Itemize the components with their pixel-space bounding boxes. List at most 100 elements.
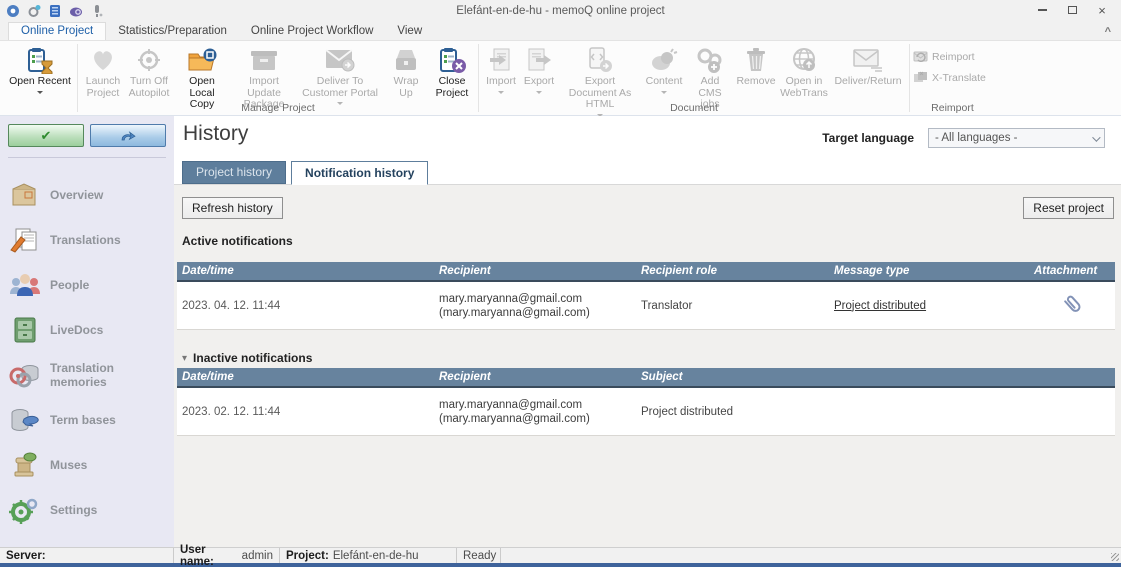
import-icon (488, 45, 514, 75)
cell-recipient: mary.maryanna@gmail.com (mary.maryanna@g… (434, 394, 636, 430)
muses-icon (8, 450, 42, 480)
x-translate-label: X-Translate (932, 72, 986, 84)
user-name-label: User name: (180, 544, 238, 568)
export-dropdown-caret (536, 91, 542, 94)
reimport-label: Reimport (932, 51, 975, 63)
tab-project-history[interactable]: Project history (182, 161, 286, 184)
deliver-to-customer-portal-button[interactable]: Deliver To Customer Portal (297, 44, 383, 106)
maximize-button[interactable] (1057, 0, 1087, 20)
column-header-recipient: Recipient (434, 371, 636, 383)
sidebar-item-muses[interactable]: Muses (8, 442, 174, 487)
target-language-value: - All languages - (935, 132, 1017, 144)
target-language-select[interactable]: - All languages - (928, 128, 1105, 148)
active-notifications-table: Date/time Recipient Recipient role Messa… (177, 262, 1115, 330)
open-recent-dropdown-caret (37, 91, 43, 94)
close-project-button[interactable]: Close Project (429, 44, 475, 100)
recipient-email: mary.maryanna@gmail.com (439, 398, 631, 412)
ribbon-tab-online-project[interactable]: Online Project (8, 22, 106, 40)
ribbon-tab-statistics-preparation[interactable]: Statistics/Preparation (106, 23, 239, 40)
ribbon-group-open-recent: Open Recent (4, 41, 76, 115)
recipient-email-alt: (mary.maryanna@gmail.com) (439, 306, 631, 320)
status-server: Server: (0, 548, 174, 563)
cell-recipient: mary.maryanna@gmail.com (mary.maryanna@g… (434, 288, 636, 324)
inactive-notifications-title: Inactive notifications (193, 351, 312, 365)
minimize-icon (1038, 9, 1047, 11)
status-user: User name: admin (174, 548, 280, 563)
status-ready: Ready (457, 548, 501, 563)
translation-memories-icon (8, 360, 42, 390)
sync-button[interactable] (90, 124, 166, 147)
ribbon-tab-view[interactable]: View (385, 23, 434, 40)
export-icon (526, 45, 552, 75)
refresh-history-button[interactable]: Refresh history (182, 197, 283, 219)
confirm-button[interactable]: ✔ (8, 124, 84, 147)
reset-project-button[interactable]: Reset project (1023, 197, 1114, 219)
memoq-logo-icon[interactable] (6, 4, 20, 18)
sidebar-item-translations[interactable]: Translations (8, 217, 174, 262)
sidebar-item-settings[interactable]: Settings (8, 487, 174, 532)
active-notifications-title: Active notifications (182, 234, 293, 248)
maximize-icon (1068, 6, 1077, 14)
sidebar-item-people[interactable]: People (8, 262, 174, 307)
export-button[interactable]: Export (520, 44, 558, 95)
import-dropdown-caret (498, 91, 504, 94)
column-header-recipient-role: Recipient role (636, 265, 829, 277)
message-type-link[interactable]: Project distributed (834, 300, 926, 312)
sidebar-item-cutoff[interactable] (8, 532, 174, 547)
gear-dot-icon[interactable] (27, 4, 41, 18)
table-row: 2023. 02. 12. 11:44 mary.maryanna@gmail.… (177, 388, 1115, 436)
deliver-return-button[interactable]: Deliver/Return (830, 44, 906, 89)
tab-notification-history[interactable]: Notification history (291, 161, 428, 185)
dictation-mic-icon[interactable] (90, 4, 104, 18)
turn-off-autopilot-icon (135, 45, 163, 75)
sidebar-item-translation-memories[interactable]: Translation memories (8, 352, 174, 397)
paperclip-icon[interactable] (1062, 295, 1082, 317)
minimize-button[interactable] (1027, 0, 1057, 20)
column-header-datetime: Date/time (177, 371, 434, 383)
content-button[interactable]: Content (642, 44, 686, 95)
open-recent-button[interactable]: Open Recent (6, 44, 74, 95)
group-label-manage-project: Manage Project (79, 102, 477, 114)
launch-project-button[interactable]: Launch Project (81, 44, 125, 100)
term-bases-icon (8, 405, 42, 435)
resize-grip[interactable] (1111, 553, 1119, 561)
project-book-icon[interactable] (48, 4, 62, 18)
ribbon-tab-online-project-workflow[interactable]: Online Project Workflow (239, 23, 386, 40)
x-translate-icon (913, 71, 928, 84)
cell-subject: Project distributed (636, 402, 1115, 422)
export-document-as-html-icon (585, 45, 615, 75)
open-in-webtrans-button[interactable]: Open in WebTrans (778, 44, 830, 100)
sidebar-item-term-bases[interactable]: Term bases (8, 397, 174, 442)
ribbon-separator (77, 44, 78, 112)
collapse-ribbon-icon[interactable]: ^ (1105, 26, 1111, 38)
reimport-button[interactable]: Reimport (913, 50, 986, 63)
wrap-up-button[interactable]: Wrap Up (383, 44, 429, 100)
close-icon: × (1098, 4, 1106, 17)
user-name-value: admin (242, 550, 273, 562)
overview-icon (8, 180, 42, 210)
settings-icon (8, 495, 42, 525)
remove-icon (743, 45, 769, 75)
x-translate-button[interactable]: X-Translate (913, 71, 986, 84)
sync-arrow-icon (120, 129, 136, 142)
remove-button[interactable]: Remove (734, 44, 778, 89)
cell-recipient-role: Translator (636, 296, 829, 316)
notification-history-panel: Refresh history Reset project Active not… (174, 184, 1121, 547)
close-button[interactable]: × (1087, 0, 1117, 20)
turn-off-autopilot-button[interactable]: Turn Off Autopilot (125, 44, 173, 100)
import-button[interactable]: Import (482, 44, 520, 95)
title-bar: Elefánt-en-de-hu - memoQ online project … (0, 0, 1121, 22)
open-in-webtrans-icon (790, 45, 818, 75)
cloud-gear-icon[interactable] (69, 4, 83, 18)
sidebar-item-livedocs[interactable]: LiveDocs (8, 307, 174, 352)
sidebar-item-overview[interactable]: Overview (8, 172, 174, 217)
launch-project-icon (89, 45, 117, 75)
group-label-reimport: Reimport (911, 102, 994, 114)
check-icon: ✔ (41, 128, 52, 144)
deliver-to-customer-portal-icon (324, 45, 356, 75)
chevron-down-icon (1092, 133, 1100, 141)
content-dropdown-caret (661, 91, 667, 94)
inactive-notifications-header[interactable]: ▾ Inactive notifications (182, 351, 312, 365)
sidebar: ✔ Overview (0, 116, 174, 547)
inactive-notifications-table: Date/time Recipient Subject 2023. 02. 12… (177, 368, 1115, 436)
